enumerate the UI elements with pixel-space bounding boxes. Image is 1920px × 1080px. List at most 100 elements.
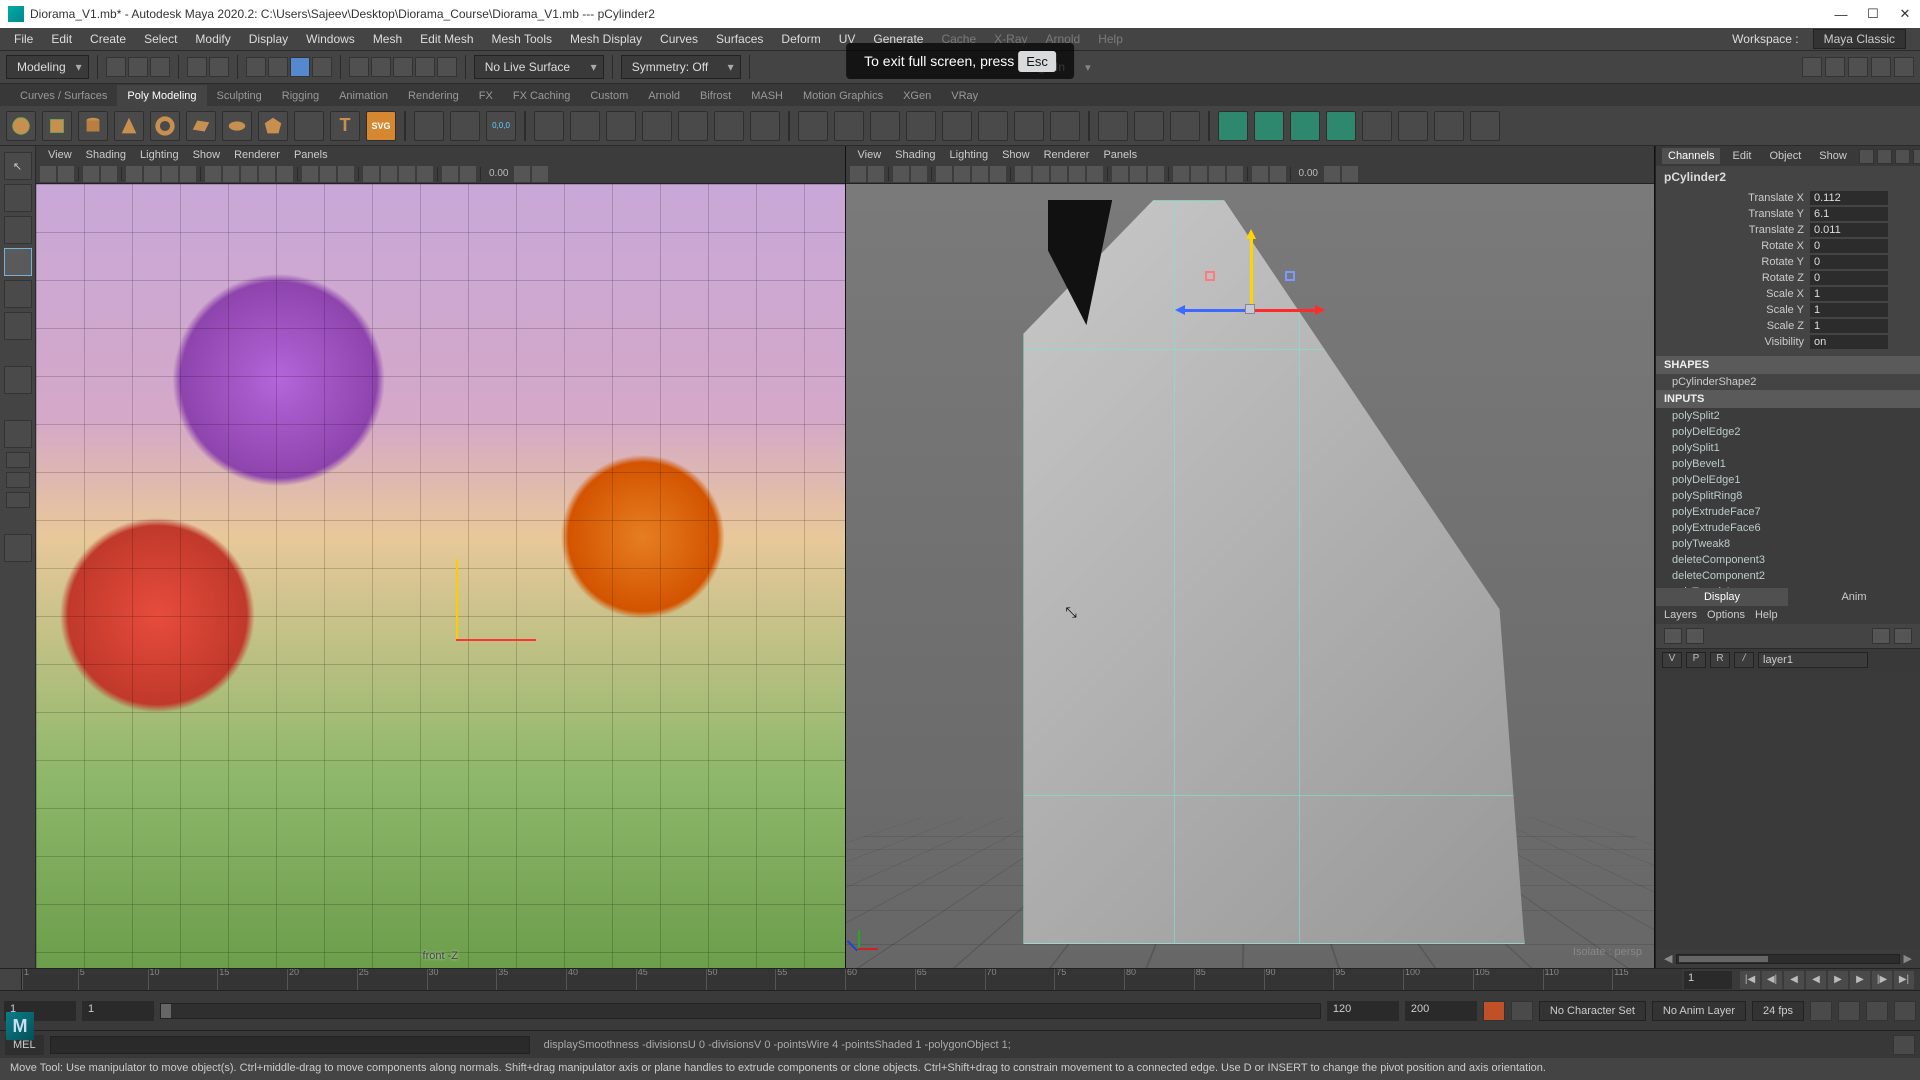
manipulator-y[interactable] [1250, 239, 1253, 309]
history-node[interactable]: polyTweak8 [1656, 536, 1920, 552]
symmetry-dropdown[interactable]: Symmetry: Off [621, 55, 741, 79]
play-back-icon[interactable]: ◀ [1806, 971, 1826, 989]
image-plane-icon-r[interactable] [893, 166, 909, 182]
xray-icon-r[interactable] [1130, 166, 1146, 182]
circularize-icon[interactable] [1050, 111, 1080, 141]
layer-menu-options[interactable]: Options [1707, 609, 1745, 621]
snap-grid-icon[interactable] [349, 57, 369, 77]
camera-select-icon[interactable] [40, 166, 56, 182]
rotate-tool[interactable] [4, 280, 32, 308]
isolate-select-icon[interactable] [302, 166, 318, 182]
hw-render-icon-r[interactable] [1270, 166, 1286, 182]
anim-layer-dropdown[interactable]: No Anim Layer [1652, 1001, 1746, 1021]
manipulator-center[interactable] [1245, 304, 1255, 314]
select-by-component-icon[interactable] [290, 57, 310, 77]
panel-menu-shading-r[interactable]: Shading [889, 149, 941, 161]
range-start-inner[interactable]: 1 [82, 1001, 154, 1021]
separate-icon[interactable] [570, 111, 600, 141]
mirror-icon[interactable] [678, 111, 708, 141]
step-back-key-icon[interactable]: ◀| [1762, 971, 1782, 989]
history-node[interactable]: deleteComponent3 [1656, 552, 1920, 568]
step-fwd-icon[interactable]: ▶ [1850, 971, 1870, 989]
history-node[interactable]: polyBevel1 [1656, 456, 1920, 472]
history-node[interactable]: polyExtrudeFace7 [1656, 504, 1920, 520]
manipulator-x-pos[interactable] [1250, 309, 1315, 312]
gamma-icon-r[interactable] [1342, 166, 1358, 182]
exposure-value-r[interactable]: 0.00 [1295, 168, 1322, 179]
fog-icon-r[interactable] [1252, 166, 1268, 182]
bevel-icon[interactable] [870, 111, 900, 141]
grid-icon[interactable] [126, 166, 142, 182]
history-node[interactable]: deleteComponent2 [1656, 568, 1920, 584]
viewport-front-canvas[interactable]: front -Z [36, 184, 845, 968]
menu-modify[interactable]: Modify [187, 30, 238, 48]
show-manip-icon[interactable] [4, 420, 32, 448]
lights-icon-r[interactable] [1069, 166, 1085, 182]
panel-menu-lighting[interactable]: Lighting [134, 149, 185, 161]
poly-cylinder-icon[interactable] [78, 111, 108, 141]
menu-meshdisplay[interactable]: Mesh Display [562, 30, 650, 48]
camera-select-icon-r[interactable] [850, 166, 866, 182]
panel-menu-view[interactable]: View [42, 149, 78, 161]
minimize-button[interactable]: — [1834, 7, 1848, 21]
channel-tab-object[interactable]: Object [1763, 148, 1807, 164]
poly-cube-icon[interactable] [42, 111, 72, 141]
film-gate-icon-r[interactable] [954, 166, 970, 182]
bookmark-icon-r[interactable] [911, 166, 927, 182]
attr-value[interactable]: 0 [1810, 239, 1888, 253]
smooth-icon[interactable] [642, 111, 672, 141]
open-scene-icon[interactable] [128, 57, 148, 77]
manipulator-z[interactable] [1185, 309, 1250, 312]
menu-help[interactable]: Help [1090, 30, 1131, 48]
manipulator-plane-xy[interactable] [1285, 271, 1295, 281]
layer-movedown-icon[interactable] [1686, 628, 1704, 644]
layer-name[interactable]: layer1 [1758, 652, 1868, 668]
shelf-tab-animation[interactable]: Animation [329, 85, 398, 106]
layer-color-cell[interactable]: / [1734, 652, 1754, 668]
cleanup-icon[interactable] [1434, 111, 1464, 141]
subdivide-icon[interactable] [714, 111, 744, 141]
layout-single-icon[interactable] [6, 452, 30, 468]
xray-joints-icon-r[interactable] [1148, 166, 1164, 182]
maximize-button[interactable]: ☐ [1866, 7, 1880, 21]
dof-icon[interactable] [399, 166, 415, 182]
panel-menu-renderer-r[interactable]: Renderer [1038, 149, 1096, 161]
motionblur-icon[interactable] [381, 166, 397, 182]
shelf-tab-vray[interactable]: VRay [941, 85, 988, 106]
layout-four-icon[interactable] [6, 472, 30, 488]
bridge-icon[interactable] [834, 111, 864, 141]
workspace-dropdown[interactable]: Maya Classic [1813, 29, 1906, 49]
extrude-icon[interactable] [798, 111, 828, 141]
channel-scrollbar[interactable]: ◀ ▶ [1656, 949, 1920, 968]
reduce-icon[interactable] [1398, 111, 1428, 141]
exposure-icon-r[interactable] [1324, 166, 1340, 182]
save-scene-icon[interactable] [150, 57, 170, 77]
layer-vis-cell[interactable]: V [1662, 652, 1682, 668]
attr-value[interactable]: on [1810, 335, 1888, 349]
move-tool[interactable] [4, 248, 32, 276]
channel-tab-show[interactable]: Show [1813, 148, 1853, 164]
new-scene-icon[interactable] [106, 57, 126, 77]
layer-new-sel-icon[interactable] [1894, 628, 1912, 644]
poly-torus-icon[interactable] [150, 111, 180, 141]
snap-plane-icon[interactable] [415, 57, 435, 77]
hw-render-icon[interactable] [460, 166, 476, 182]
film-gate-icon[interactable] [144, 166, 160, 182]
ao-icon-r[interactable] [1173, 166, 1189, 182]
attr-value[interactable]: 0.011 [1810, 223, 1888, 237]
step-fwd-key-icon[interactable]: |▶ [1872, 971, 1892, 989]
wireframe-icon-r[interactable] [1015, 166, 1031, 182]
combine-icon[interactable] [534, 111, 564, 141]
paint-select-tool[interactable] [4, 216, 32, 244]
select-tool-icon[interactable] [312, 57, 332, 77]
toggle-tool-settings-icon[interactable] [1871, 57, 1891, 77]
step-back-icon[interactable]: ◀ [1784, 971, 1804, 989]
ao-icon[interactable] [363, 166, 379, 182]
shelf-tab-motiongraphics[interactable]: Motion Graphics [793, 85, 893, 106]
menu-editmesh[interactable]: Edit Mesh [412, 30, 481, 48]
poly-plane-icon[interactable] [186, 111, 216, 141]
panel-menu-show[interactable]: Show [187, 149, 227, 161]
toggle-attr-icon[interactable] [1848, 57, 1868, 77]
current-frame-field[interactable]: 1 [1684, 971, 1732, 989]
quaddraw-icon[interactable] [1218, 111, 1248, 141]
